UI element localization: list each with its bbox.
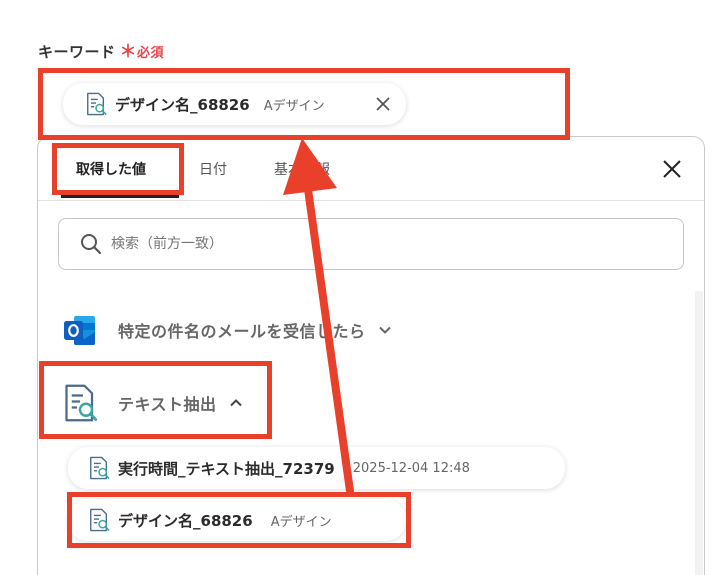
keyword-field-label: キーワード ＊必須 xyxy=(38,37,164,62)
highlight-selected-value xyxy=(38,68,570,140)
search-icon xyxy=(81,234,102,255)
close-icon[interactable] xyxy=(660,157,684,181)
search-input[interactable] xyxy=(111,236,611,252)
chevron-down-icon xyxy=(378,326,391,334)
value-item-exec-time[interactable]: 実行時間_テキスト抽出_72379 2025-12-04 12:48 xyxy=(68,447,565,489)
search-box[interactable] xyxy=(58,218,684,270)
highlight-design-name-item xyxy=(67,492,411,548)
highlight-text-extraction xyxy=(39,361,272,439)
tab-basic-info[interactable]: 基本情報 xyxy=(274,159,330,179)
section-label: 特定の件名のメールを受信したら xyxy=(118,322,366,341)
tab-date[interactable]: 日付 xyxy=(199,159,227,179)
highlight-acquired-tab xyxy=(52,143,184,195)
keyword-label-text: キーワード xyxy=(38,43,116,61)
active-tab-indicator xyxy=(61,195,179,198)
document-search-icon xyxy=(88,456,110,480)
value-item-name: 実行時間_テキスト抽出_72379 xyxy=(118,459,335,478)
outlook-icon xyxy=(64,316,95,345)
scrollbar[interactable] xyxy=(695,291,703,575)
section-mail-trigger[interactable]: 特定の件名のメールを受信したら xyxy=(62,312,392,348)
value-item-meta: 2025-12-04 12:48 xyxy=(352,460,470,476)
required-asterisk: ＊ xyxy=(119,42,138,62)
required-badge: 必須 xyxy=(137,46,165,61)
